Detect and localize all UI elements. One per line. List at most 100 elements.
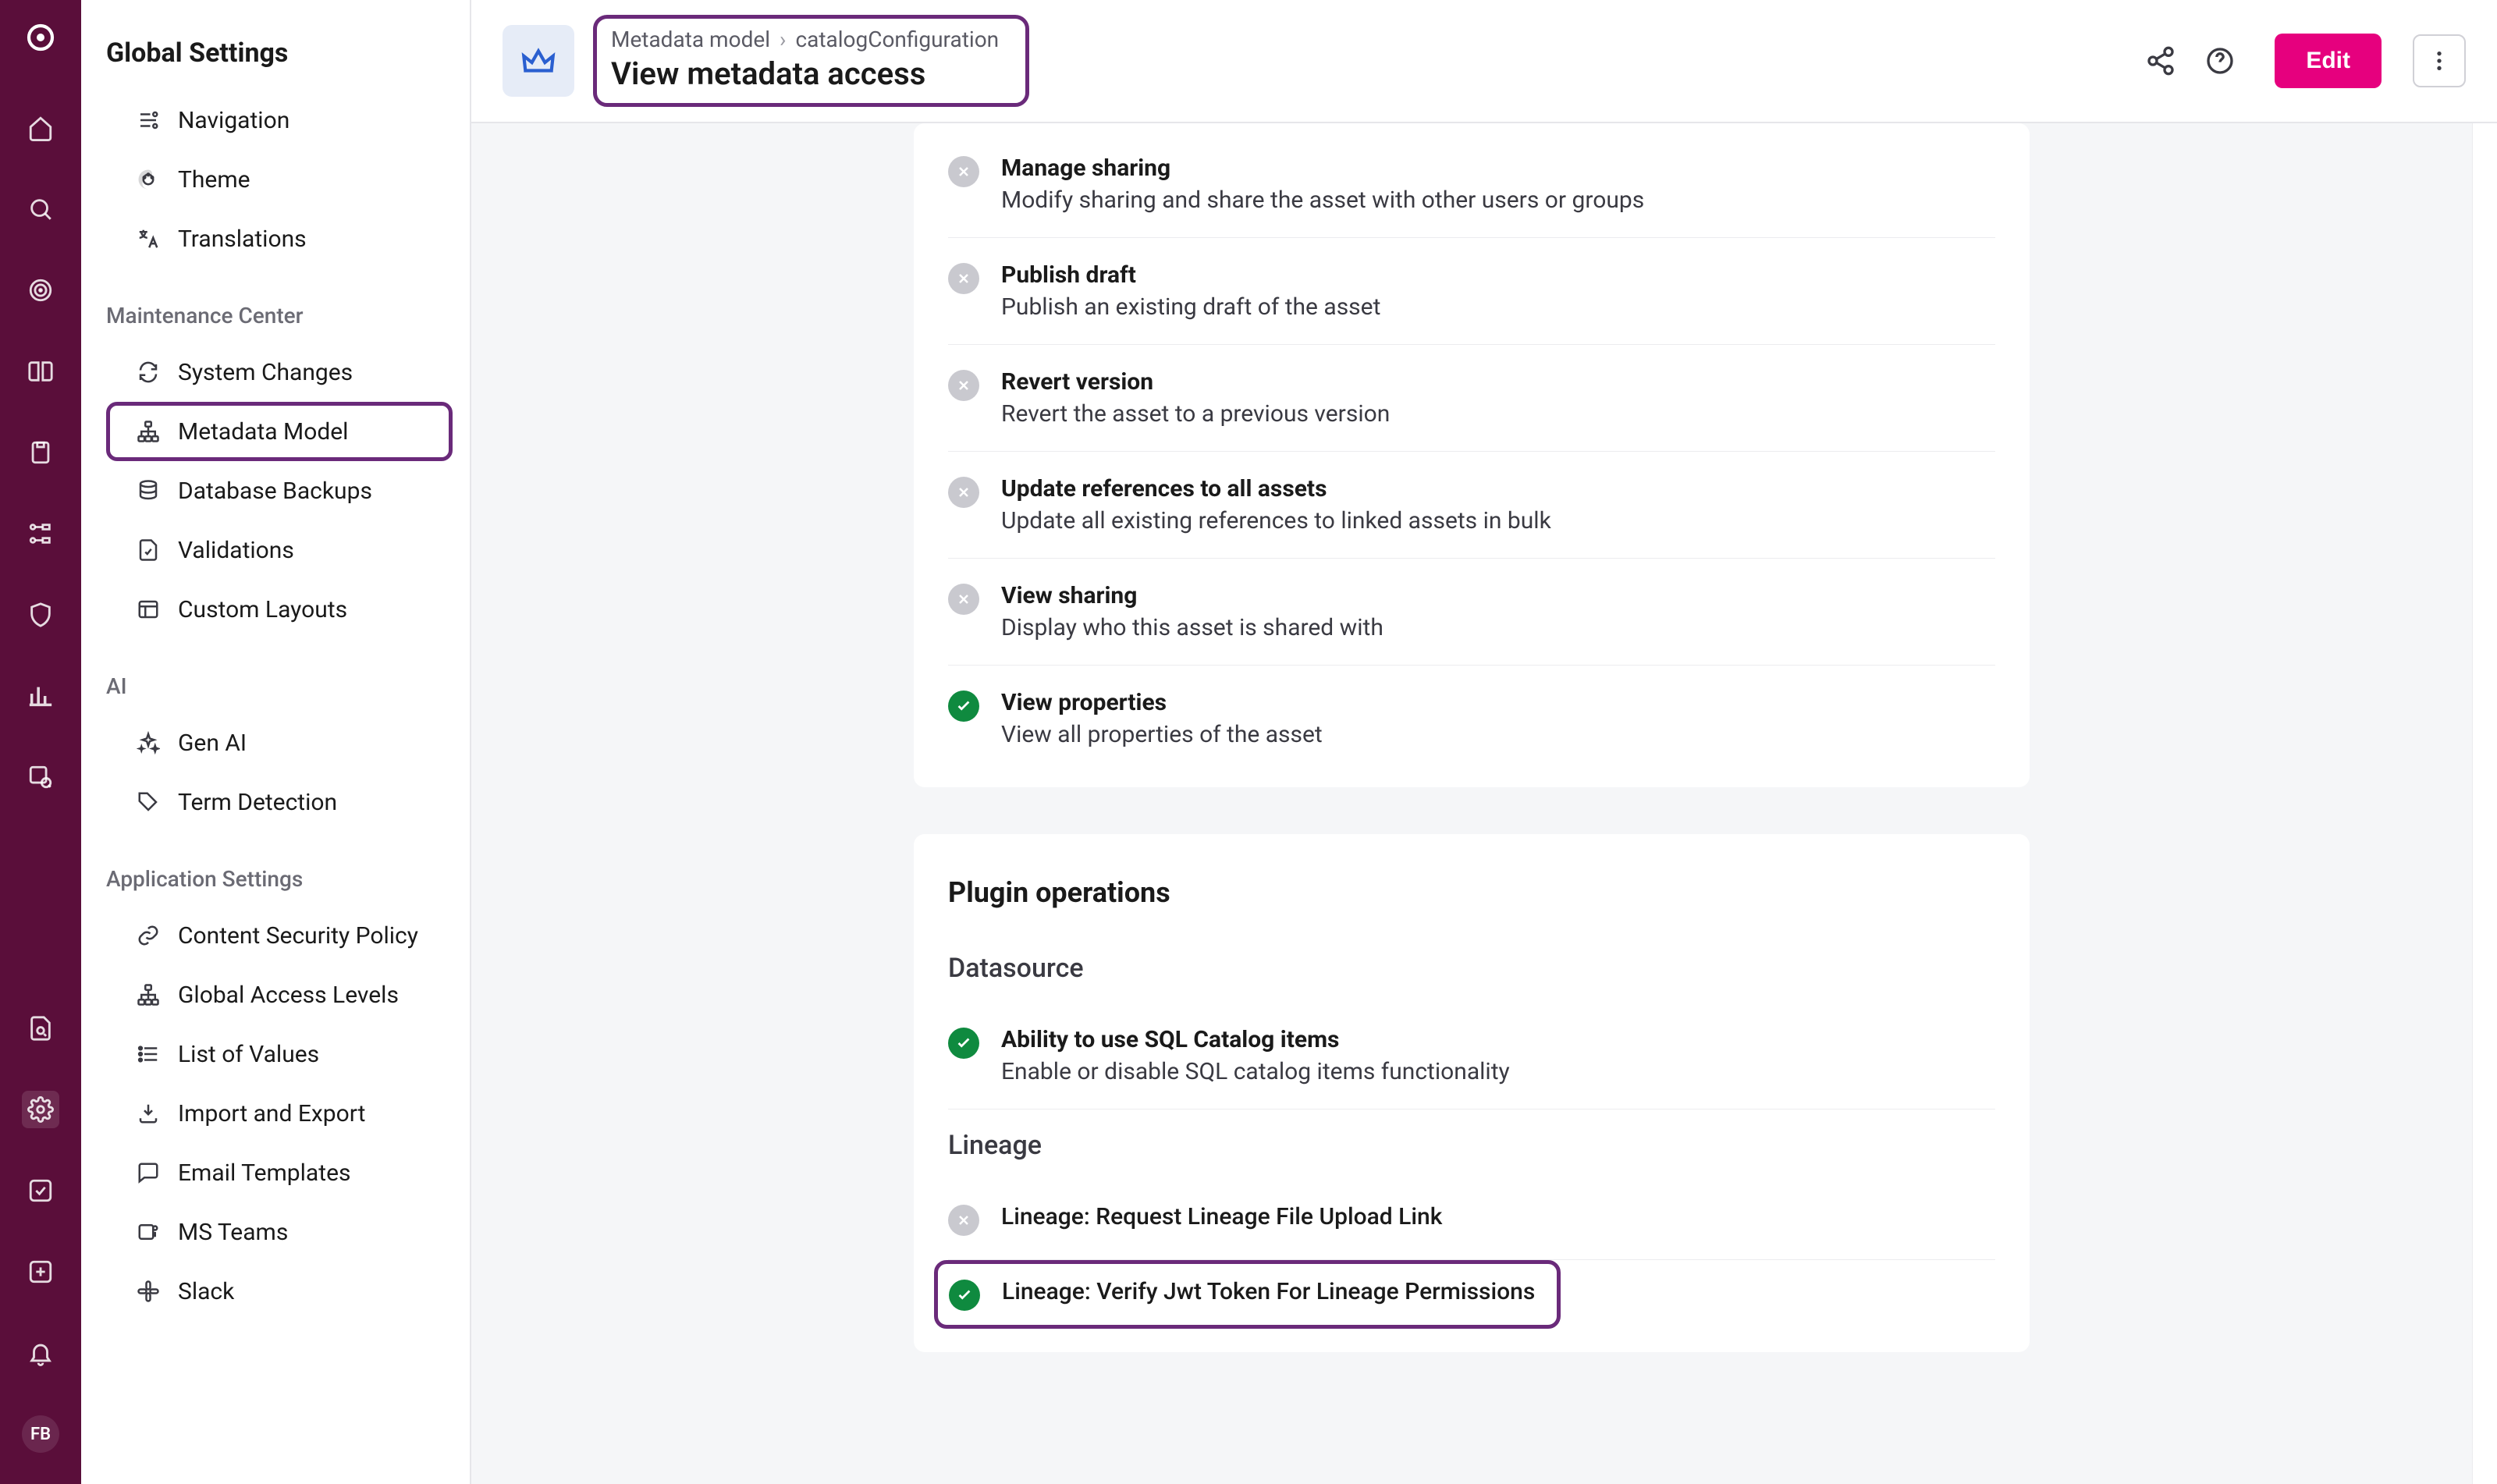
plugin-row-title: Ability to use SQL Catalog items — [1001, 1026, 1510, 1053]
x-icon — [948, 370, 979, 401]
sidebar-item-import-and-export[interactable]: Import and Export — [106, 1084, 453, 1143]
sidebar-item-label: Metadata Model — [178, 418, 348, 446]
rail-home-icon[interactable] — [22, 109, 59, 147]
check-icon — [949, 1280, 980, 1311]
sitemap-icon — [134, 417, 162, 446]
sidebar-item-list-of-values[interactable]: List of Values — [106, 1024, 453, 1084]
translate-icon — [134, 225, 162, 253]
rail-clipboard-icon[interactable] — [22, 434, 59, 471]
rail-bell-icon[interactable] — [22, 1334, 59, 1372]
rail-search-icon[interactable] — [22, 190, 59, 228]
breadcrumb-highlighted: Metadata model › catalogConfiguration Vi… — [593, 15, 1029, 107]
plugin-row: Lineage: Verify Jwt Token For Lineage Pe… — [934, 1260, 1561, 1329]
sidebar-group-label: Maintenance Center — [106, 303, 453, 328]
permission-row: Update references to all assets Update al… — [948, 452, 1995, 559]
main-content: Metadata model › catalogConfiguration Vi… — [471, 0, 2497, 1484]
list-icon — [134, 1040, 162, 1068]
sidebar-item-validations[interactable]: Validations — [106, 520, 453, 580]
permission-row: Publish draft Publish an existing draft o… — [948, 238, 1995, 345]
rail-add-panel-icon[interactable] — [22, 1253, 59, 1291]
sidebar-item-slack[interactable]: Slack — [106, 1262, 453, 1321]
topbar: Metadata model › catalogConfiguration Vi… — [471, 0, 2497, 123]
x-icon — [948, 156, 979, 187]
tag-icon — [134, 788, 162, 816]
breadcrumb-item[interactable]: Metadata model — [611, 27, 770, 52]
sidebar-item-label: Database Backups — [178, 478, 372, 505]
x-icon — [948, 477, 979, 508]
rail-shield-icon[interactable] — [22, 596, 59, 634]
import-icon — [134, 1099, 162, 1127]
sidebar-item-label: Content Security Policy — [178, 922, 418, 950]
sidebar-item-navigation[interactable]: Navigation — [106, 91, 453, 150]
plugin-subsection-title: Datasource — [948, 932, 1995, 1003]
rail-book-icon[interactable] — [22, 353, 59, 390]
permission-title: Update references to all assets — [1001, 475, 1551, 502]
avatar[interactable]: FB — [22, 1415, 59, 1453]
sync-icon — [134, 358, 162, 386]
rail-target-icon[interactable] — [22, 272, 59, 309]
sidebar-item-label: MS Teams — [178, 1219, 288, 1246]
permission-row: Manage sharingModify sharing and share t… — [948, 131, 1995, 238]
plugin-subsection-title: Lineage — [948, 1109, 1995, 1180]
plugin-row: Lineage: Request Lineage File Upload Lin… — [948, 1180, 1995, 1260]
sidebar-item-global-access-levels[interactable]: Global Access Levels — [106, 965, 453, 1024]
link-icon — [134, 921, 162, 950]
permission-title: Publish draft — [1001, 261, 1380, 289]
permission-desc: Update all existing references to linked… — [1001, 507, 1551, 534]
rail-chart-icon[interactable] — [22, 677, 59, 715]
sidebar-item-metadata-model[interactable]: Metadata Model — [106, 402, 453, 461]
permission-row: Revert versionRevert the asset to a prev… — [948, 345, 1995, 452]
sidebar-item-custom-layouts[interactable]: Custom Layouts — [106, 580, 453, 639]
sidebar-item-email-templates[interactable]: Email Templates — [106, 1143, 453, 1202]
rail-doc-search-icon[interactable] — [22, 1010, 59, 1047]
sidebar-item-label: System Changes — [178, 359, 353, 386]
teams-icon — [134, 1218, 162, 1246]
plugin-row-label: Lineage: Request Lineage File Upload Lin… — [1001, 1203, 1442, 1230]
sidebar-item-label: Global Access Levels — [178, 982, 399, 1009]
plugin-section-title: Plugin operations — [948, 834, 1995, 932]
sidebar-item-system-changes[interactable]: System Changes — [106, 343, 453, 402]
edit-button[interactable]: Edit — [2275, 34, 2382, 88]
rail-inspect-icon[interactable] — [22, 758, 59, 796]
rail-check-icon[interactable] — [22, 1172, 59, 1209]
sidebar-item-label: Theme — [178, 166, 250, 193]
sidebar-item-content-security-policy[interactable]: Content Security Policy — [106, 906, 453, 965]
sidebar-item-term-detection[interactable]: Term Detection — [106, 772, 453, 832]
sidebar-group-label: Application Settings — [106, 866, 453, 892]
x-icon — [948, 263, 979, 294]
help-icon[interactable] — [2200, 41, 2240, 81]
plugin-row-label: Lineage: Verify Jwt Token For Lineage Pe… — [1002, 1278, 1535, 1305]
breadcrumb: Metadata model › catalogConfiguration — [611, 27, 999, 52]
sidebar-item-label: Translations — [178, 225, 307, 253]
sidebar-group-label: AI — [106, 673, 453, 699]
check-icon — [948, 1028, 979, 1059]
sidebar-item-translations[interactable]: Translations — [106, 209, 453, 268]
permission-desc: Modify sharing and share the asset with … — [1001, 186, 1644, 214]
sidebar-item-label: Custom Layouts — [178, 596, 347, 623]
page-title: View metadata access — [611, 55, 999, 92]
right-gutter — [2472, 123, 2497, 1484]
sidebar-item-label: Navigation — [178, 107, 289, 134]
theme-icon — [134, 165, 162, 193]
sidebar-item-ms-teams[interactable]: MS Teams — [106, 1202, 453, 1262]
more-button[interactable] — [2413, 34, 2466, 87]
sidebar-item-label: List of Values — [178, 1041, 319, 1068]
rail-settings-icon[interactable] — [22, 1091, 59, 1128]
settings-sidebar: Global Settings NavigationThemeTranslati… — [81, 0, 471, 1484]
chat-icon — [134, 1159, 162, 1187]
database-icon — [134, 477, 162, 505]
sidebar-item-database-backups[interactable]: Database Backups — [106, 461, 453, 520]
permission-row: View sharingDisplay who this asset is sh… — [948, 559, 1995, 666]
sidebar-item-gen-ai[interactable]: Gen AI — [106, 713, 453, 772]
x-icon — [948, 1205, 979, 1236]
permission-desc: Display who this asset is shared with — [1001, 614, 1383, 641]
permission-desc: Publish an existing draft of the asset — [1001, 293, 1380, 321]
rail-flow-icon[interactable] — [22, 515, 59, 552]
breadcrumb-item[interactable]: catalogConfiguration — [795, 27, 999, 52]
share-icon[interactable] — [2140, 41, 2181, 81]
permission-desc: View all properties of the asset — [1001, 721, 1323, 748]
check-icon — [948, 691, 979, 722]
permission-title: Revert version — [1001, 368, 1390, 396]
sidebar-item-theme[interactable]: Theme — [106, 150, 453, 209]
sidebar-item-label: Slack — [178, 1278, 234, 1305]
